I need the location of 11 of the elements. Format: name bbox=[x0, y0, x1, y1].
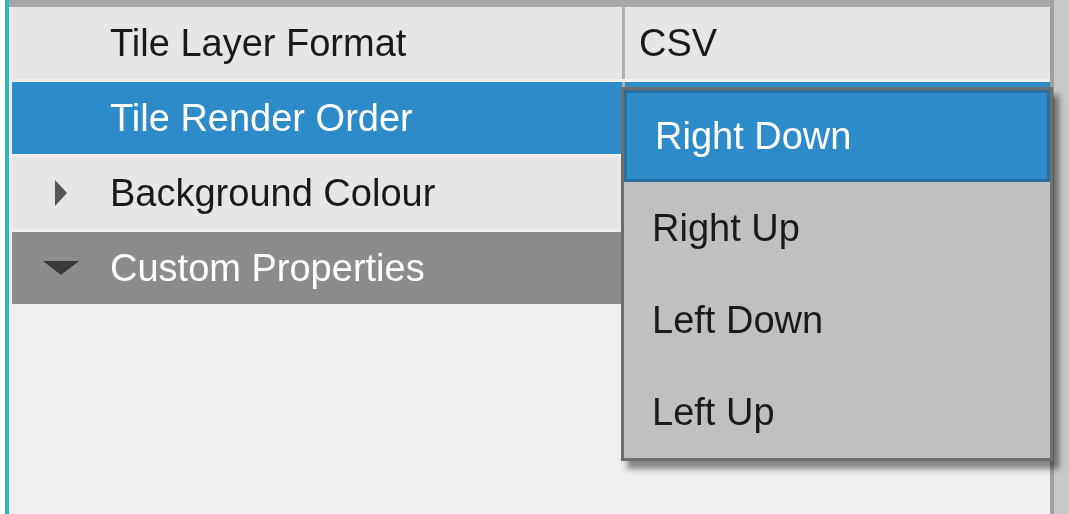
value-cell[interactable]: CSV bbox=[625, 7, 1050, 79]
dropdown-option[interactable]: Left Up bbox=[624, 366, 1050, 458]
dropdown-option[interactable]: Right Down bbox=[624, 90, 1050, 182]
property-value: CSV bbox=[639, 21, 718, 65]
property-name: Background Colour bbox=[110, 171, 436, 215]
collapsed-arrow-icon[interactable] bbox=[55, 180, 67, 206]
expanded-arrow-icon[interactable] bbox=[43, 261, 79, 275]
group-name: Custom Properties bbox=[110, 246, 425, 290]
property-name: Tile Layer Format bbox=[110, 21, 407, 65]
property-name: Tile Render Order bbox=[110, 96, 413, 140]
property-row[interactable]: Tile Layer Format CSV bbox=[12, 7, 1050, 79]
